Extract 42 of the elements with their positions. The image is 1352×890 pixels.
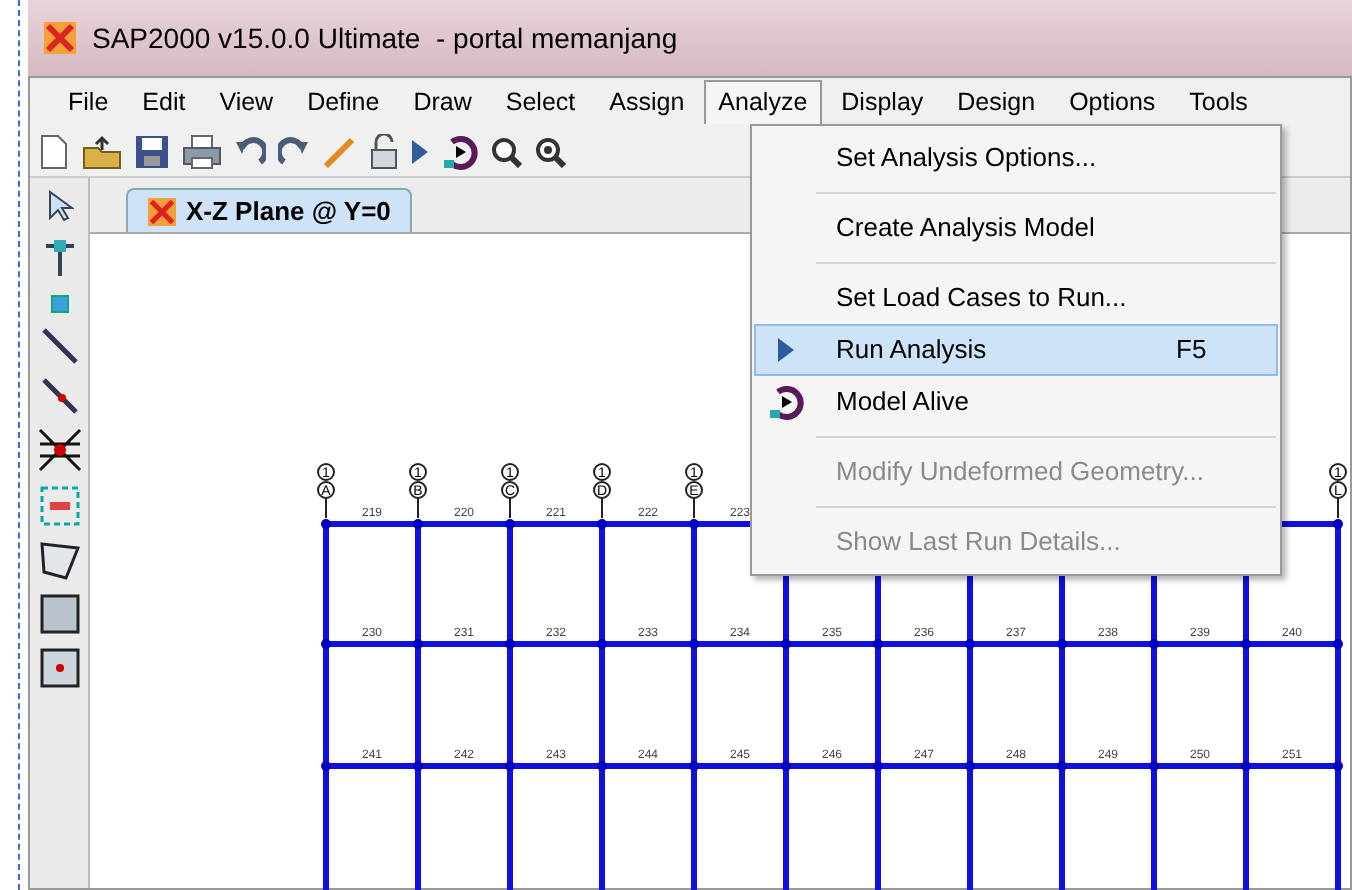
zoom-in-icon[interactable] [490,135,522,167]
open-folder-icon[interactable] [82,133,122,169]
model-alive-icon [768,384,804,420]
view-tab[interactable]: X-Z Plane @ Y=0 [126,188,413,232]
play-icon[interactable] [410,137,430,165]
save-icon[interactable] [134,133,170,169]
menu-option[interactable]: Create Analysis Model [754,202,1278,254]
menu-option[interactable]: Set Analysis Options... [754,132,1278,184]
menu-item[interactable]: Assign [595,80,699,124]
dashed-frame-icon[interactable] [39,486,79,526]
pointer-icon[interactable] [45,190,73,222]
menu-item[interactable]: Edit [128,80,200,124]
menu-option[interactable]: Model Alive [754,376,1278,428]
quadrilateral-icon[interactable] [39,540,79,580]
menu-item[interactable]: View [205,80,288,124]
node-pointer-icon[interactable] [43,236,75,280]
menu-item[interactable]: File [54,80,123,124]
undo-icon[interactable] [234,135,266,167]
joint-icon[interactable] [37,428,81,472]
menu-item[interactable]: Options [1055,80,1170,124]
zoom-out-icon[interactable] [534,135,566,167]
window-title: SAP2000 v15.0.0 Ultimate - portal memanjang [92,19,678,58]
redo-icon[interactable] [278,135,310,167]
shaded-square-icon[interactable] [39,594,79,634]
new-file-icon[interactable] [38,133,70,169]
app-logo-icon [44,22,76,54]
menu-item[interactable]: Tools [1175,80,1262,124]
model-alive-icon[interactable] [442,133,478,169]
menu-item[interactable]: Analyze [704,80,822,124]
menu-item[interactable]: Define [293,80,394,124]
play-icon [776,336,796,364]
menu-item[interactable]: Draw [399,80,486,124]
app-logo-icon [148,197,176,225]
menu-item[interactable]: Select [491,80,590,124]
menu-option[interactable]: Run Analysis F5 [754,324,1278,376]
padlock-icon[interactable] [370,133,398,169]
print-icon[interactable] [182,133,222,169]
menu-option[interactable]: Set Load Cases to Run... [754,272,1278,324]
menu-item[interactable]: Display [827,80,938,124]
line-icon[interactable] [41,328,77,364]
menu-item[interactable]: Design [943,80,1050,124]
line-with-dot-icon[interactable] [41,378,77,414]
